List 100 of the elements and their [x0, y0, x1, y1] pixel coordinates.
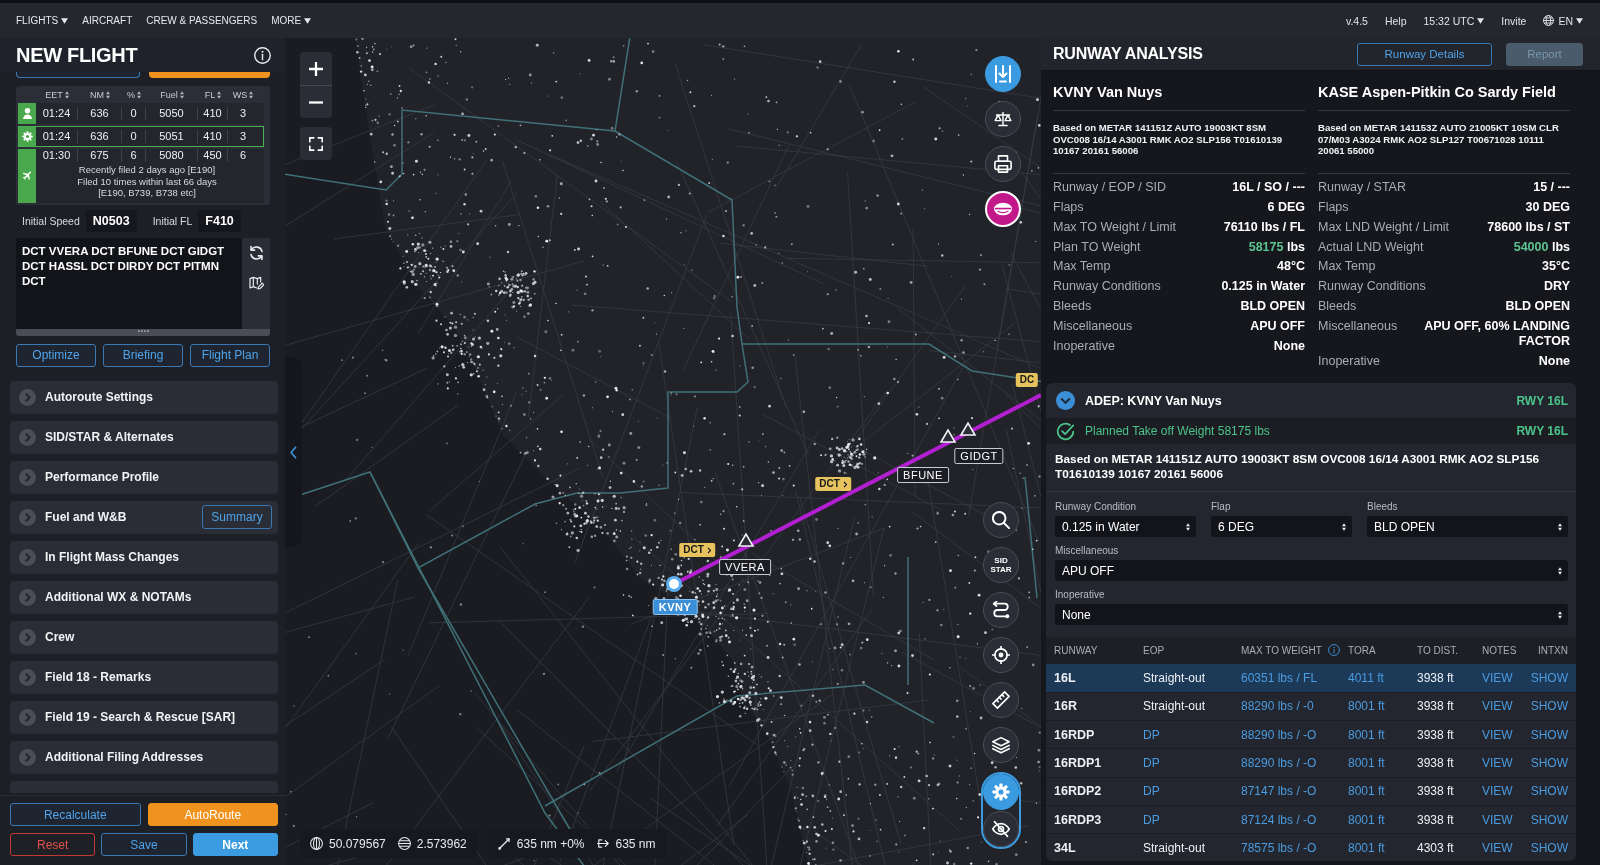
resize-handle[interactable]	[16, 328, 270, 336]
table-link[interactable]: 8001 ft	[1348, 812, 1417, 827]
waypoint-label[interactable]: GIDGT	[954, 448, 1004, 464]
action-button[interactable]: Briefing	[103, 343, 183, 367]
scrolled-button[interactable]	[16, 72, 140, 78]
accordion-item[interactable]: Autoroute Settings	[10, 380, 278, 414]
menu-item[interactable]: CREW & PASSENGERS	[146, 15, 258, 26]
table-link[interactable]: VIEW	[1482, 812, 1531, 827]
accordion-item[interactable]: In Flight Mass Changes	[10, 540, 278, 574]
table-link[interactable]: 88290 lbs / -O	[1241, 727, 1348, 742]
table-link[interactable]: 78575 lbs / -O	[1241, 840, 1348, 855]
action-button[interactable]: Reset	[10, 833, 96, 856]
table-link[interactable]: VIEW	[1482, 784, 1531, 799]
accordion-item[interactable]: Crew	[10, 620, 278, 654]
table-link[interactable]: DP	[1143, 727, 1241, 742]
waypoint-label[interactable]: VVERA	[719, 559, 771, 575]
route-option-row[interactable]: 01:30 675 6 5080 450 6 Recently filed 2 days ago [E190] Filed 10 times within last 66 days [E190, B739, B738 etc]	[18, 149, 264, 203]
table-row[interactable]: 16L Straight-out 60351 lbs / FL 4011 ft 3938 ft VIEW SHOW	[1046, 663, 1576, 692]
menu-item[interactable]: MORE	[271, 15, 312, 26]
select-field[interactable]: 6 DEG	[1211, 516, 1352, 538]
map-tool-button[interactable]	[983, 811, 1019, 847]
table-link[interactable]: SHOW	[1530, 727, 1568, 742]
route-option-row[interactable]: 01:24 636 0 5051 410 3	[18, 126, 264, 147]
table-link[interactable]: VIEW	[1482, 699, 1531, 714]
summary-button[interactable]: Summary	[202, 505, 272, 529]
table-link[interactable]: DP	[1143, 755, 1241, 770]
action-button[interactable]: Save	[101, 833, 187, 856]
column-header[interactable]: EET	[36, 89, 78, 100]
column-header[interactable]: Fuel	[146, 89, 198, 100]
leg-tag[interactable]: DC	[1015, 373, 1039, 387]
column-header[interactable]: FL	[198, 89, 228, 100]
table-row[interactable]: 16RDP3 DP 87124 lbs / -O 8001 ft 3938 ft VIEW SHOW	[1046, 804, 1576, 834]
menu-item[interactable]: AIRCRAFT	[82, 15, 133, 26]
fullscreen-button[interactable]	[300, 127, 332, 160]
column-header[interactable]: WS	[228, 89, 258, 100]
accordion-item[interactable]: Field 18 - Remarks	[10, 660, 278, 694]
route-option-row[interactable]: 01:24 636 0 5050 410 3	[18, 103, 264, 124]
accordion-item[interactable]: Field 19 - Search & Rescue [SAR]	[10, 700, 278, 734]
table-link[interactable]: SHOW	[1530, 755, 1568, 770]
table-link[interactable]: SHOW	[1530, 812, 1568, 827]
table-row[interactable]: 16RDP DP 88290 lbs / -O 8001 ft 3938 ft VIEW SHOW	[1046, 719, 1576, 749]
details-button[interactable]: Runway Details	[1357, 42, 1492, 66]
nav-link[interactable]: Invite	[1501, 14, 1527, 27]
table-link[interactable]: 8001 ft	[1348, 755, 1417, 770]
table-link[interactable]: 8001 ft	[1348, 727, 1417, 742]
accordion-item[interactable]: Additional WX & NOTAMs	[10, 580, 278, 614]
leg-tag[interactable]: DCT	[679, 543, 715, 557]
table-link[interactable]: 8001 ft	[1348, 784, 1417, 799]
select-field[interactable]: BLD OPEN	[1367, 516, 1568, 538]
map-tool-button[interactable]	[983, 774, 1019, 810]
table-link[interactable]: 60351 lbs / FL	[1241, 671, 1348, 685]
table-row[interactable]: 16R Straight-out 88290 lbs / -0 8001 ft 3938 ft VIEW SHOW	[1046, 691, 1576, 720]
table-link[interactable]: 4011 ft	[1348, 671, 1417, 685]
map-edit-icon[interactable]	[248, 274, 264, 291]
table-link[interactable]: 8001 ft	[1348, 840, 1417, 855]
select-field[interactable]: APU OFF	[1055, 560, 1568, 582]
accordion-item[interactable]: Performance Profile	[10, 460, 278, 494]
select-field[interactable]: None	[1055, 604, 1568, 626]
refresh-icon[interactable]	[248, 244, 264, 261]
nav-link[interactable]: Help	[1384, 14, 1407, 27]
table-link[interactable]: SHOW	[1530, 784, 1568, 799]
table-row[interactable]: 16RDP2 DP 87147 lbs / -O 8001 ft 3938 ft VIEW SHOW	[1046, 776, 1576, 805]
route-textarea[interactable]: DCT VVERA DCT BFUNE DCT GIDGT DCT HASSL DCT DIRDY DCT PITMN DCT	[16, 237, 242, 329]
table-link[interactable]: 87124 lbs / -O	[1241, 812, 1348, 827]
table-link[interactable]: DP	[1143, 812, 1241, 827]
waypoint-icon[interactable]	[959, 421, 977, 436]
table-link[interactable]: SHOW	[1530, 699, 1568, 714]
accordion-item[interactable]: Additional Filing Addresses	[10, 740, 278, 774]
table-link[interactable]: DP	[1143, 784, 1241, 799]
table-row[interactable]: 16RDP1 DP 88290 lbs / -O 8001 ft 3938 ft VIEW SHOW	[1046, 748, 1576, 777]
action-button[interactable]: Flight Plan	[190, 343, 270, 367]
table-link[interactable]: VIEW	[1482, 727, 1531, 742]
table-link[interactable]: SHOW	[1530, 671, 1568, 685]
speed-field[interactable]: N0503	[85, 209, 137, 232]
language-selector[interactable]: EN	[1543, 14, 1583, 27]
table-link[interactable]: 87147 lbs / -O	[1241, 784, 1348, 799]
accordion-item[interactable]: SID/STAR & Alternates	[10, 420, 278, 454]
action-button[interactable]: Optimize	[16, 343, 96, 367]
waypoint-icon[interactable]	[737, 532, 755, 547]
leg-tag[interactable]: DCT	[815, 477, 851, 491]
menu-item[interactable]: FLIGHTS	[16, 15, 69, 26]
table-link[interactable]: 88290 lbs / -O	[1241, 755, 1348, 770]
table-link[interactable]: 8001 ft	[1348, 699, 1417, 714]
waypoint-icon[interactable]	[939, 428, 957, 443]
flight-level-field[interactable]: F410	[198, 209, 241, 232]
accordion-item[interactable]: Fuel and W&B Summary	[10, 500, 278, 534]
waypoint-label[interactable]: BFUNE	[897, 467, 949, 483]
table-link[interactable]: VIEW	[1482, 840, 1531, 855]
select-field[interactable]: 0.125 in Water	[1055, 516, 1196, 538]
airport-icon[interactable]	[666, 576, 682, 592]
table-link[interactable]: 88290 lbs / -0	[1241, 699, 1348, 714]
table-link[interactable]: VIEW	[1482, 671, 1531, 685]
column-header[interactable]: NM	[78, 89, 122, 100]
chevron-down-icon[interactable]	[1056, 391, 1075, 411]
column-header[interactable]: %	[122, 89, 146, 100]
time-dropdown[interactable]: 15:32 UTC	[1423, 14, 1485, 27]
table-link[interactable]: VIEW	[1482, 755, 1531, 770]
table-row[interactable]: 34L Straight-out 78575 lbs / -O 8001 ft 4303 ft VIEW SHOW	[1046, 833, 1576, 862]
table-link[interactable]: SHOW	[1530, 840, 1568, 855]
action-button[interactable]: Recalculate	[10, 803, 141, 826]
